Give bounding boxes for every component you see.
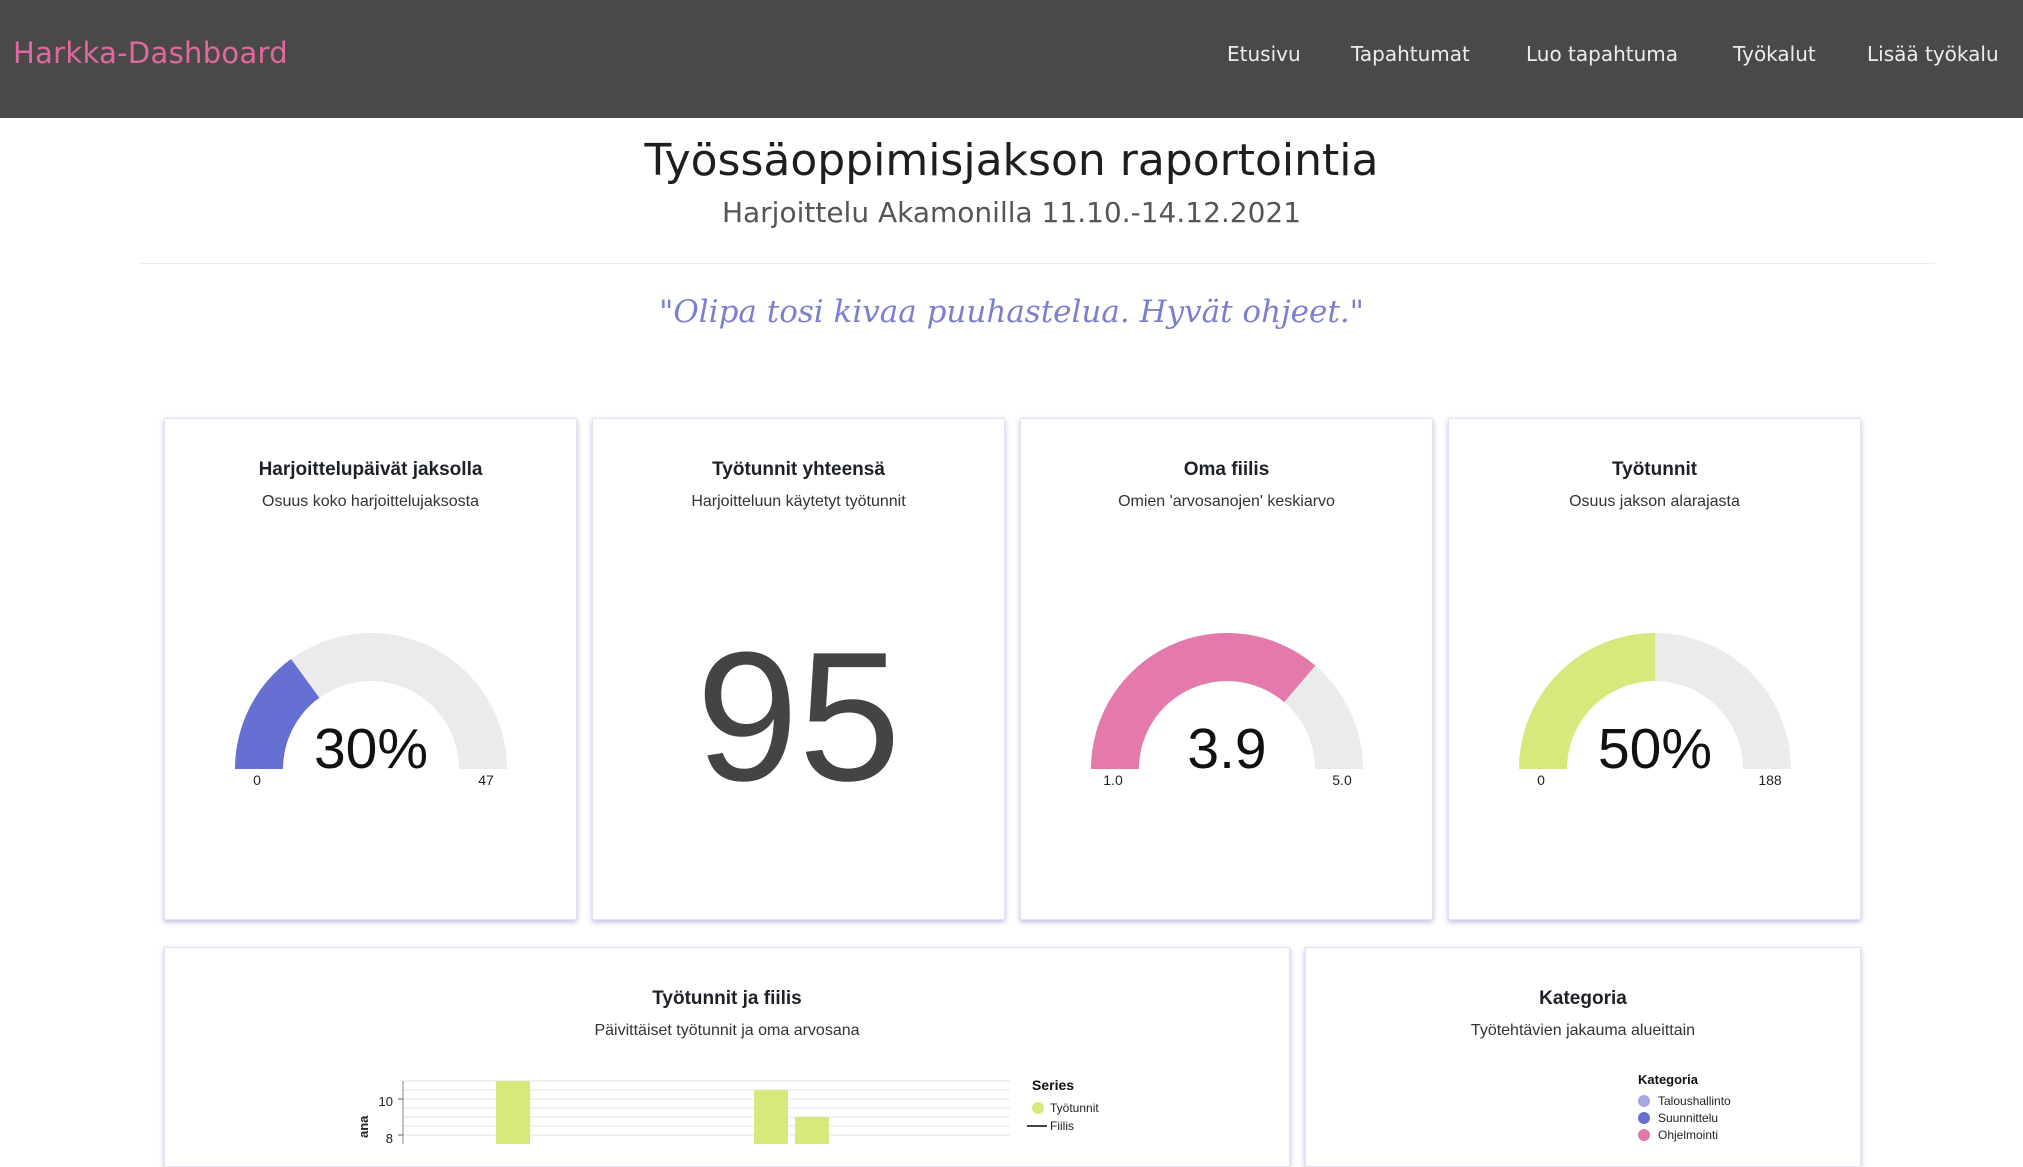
card-title: Työtunnit yhteensä	[712, 459, 885, 480]
gauge-min-label: 1.0	[1103, 772, 1123, 788]
top-navbar: Harkka-Dashboard Etusivu Tapahtumat Luo …	[0, 0, 2023, 118]
gauge-practice-days: 30% 0 47	[235, 633, 507, 788]
page-title: Työssäoppimisjakson raportointia	[644, 135, 1379, 186]
legend-label-fiilis: Fiilis	[1050, 1119, 1074, 1133]
card-practice-days: Harjoittelupäivät jaksolla Osuus koko ha…	[164, 418, 577, 920]
feedback-quote: "Olipa tosi kivaa puuhastelua. Hyvät ohj…	[659, 294, 1364, 330]
y-tick-label: 8	[386, 1131, 393, 1144]
y-tick-label: 10	[379, 1094, 393, 1109]
category-legend: Kategoria Taloushallinto Suunnittelu Ohj…	[1638, 1072, 1731, 1142]
gauge-value: 3.9	[1187, 717, 1266, 781]
gauge-max-label: 47	[478, 772, 494, 788]
nav-link-luo-tapahtuma[interactable]: Luo tapahtuma	[1526, 42, 1678, 66]
card-subtitle: Harjoitteluun käytetyt työtunnit	[691, 493, 906, 510]
gauge-hours-share: 50% 0 188	[1519, 633, 1791, 788]
legend-label-taloushallinto: Taloushallinto	[1658, 1094, 1731, 1108]
card-mood: Oma fiilis Omien 'arvosanojen' keskiarvo…	[1020, 418, 1433, 920]
card-hours-and-mood-chart: Työtunnit ja fiilis Päivittäiset työtunn…	[164, 947, 1290, 1167]
bar-tyotunnit	[754, 1090, 788, 1144]
nav-link-tyokalut[interactable]: Työkalut	[1733, 42, 1816, 66]
hours-mood-chart: 10 8 ana Series Työtunnit Fiilis	[356, 1077, 1099, 1144]
nav-link-etusivu[interactable]: Etusivu	[1227, 42, 1301, 66]
legend-label-suunnittelu: Suunnittelu	[1658, 1111, 1718, 1125]
legend-swatch-tyotunnit	[1032, 1102, 1044, 1114]
page-subtitle: Harjoittelu Akamonilla 11.10.-14.12.2021	[721, 196, 1302, 229]
legend-label-ohjelmointi: Ohjelmointi	[1658, 1128, 1718, 1142]
bar-tyotunnit	[496, 1081, 530, 1144]
card-work-hours-share: Työtunnit Osuus jakson alarajasta 50% 0 …	[1448, 418, 1861, 920]
gauge-max-label: 188	[1758, 772, 1782, 788]
total-hours-value: 95	[696, 613, 901, 819]
legend-title: Kategoria	[1638, 1072, 1699, 1087]
gauge-value: 50%	[1598, 717, 1712, 781]
card-work-hours-total: Työtunnit yhteensä Harjoitteluun käytety…	[592, 418, 1005, 920]
legend-swatch-taloushallinto	[1638, 1095, 1650, 1107]
nav-link-lisaa-tyokalu[interactable]: Lisää työkalu	[1867, 42, 1999, 66]
card-category: Kategoria Työtehtävien jakauma alueittai…	[1305, 947, 1861, 1167]
gauge-value: 30%	[314, 717, 428, 781]
gauge-min-label: 0	[253, 772, 261, 788]
legend-swatch-suunnittelu	[1638, 1112, 1650, 1124]
gauge-max-label: 5.0	[1332, 772, 1352, 788]
y-axis-label: ana	[356, 1115, 371, 1138]
gauge-min-label: 0	[1537, 772, 1545, 788]
legend-title: Series	[1032, 1077, 1074, 1093]
legend-label-tyotunnit: Työtunnit	[1050, 1101, 1099, 1115]
nav-link-tapahtumat[interactable]: Tapahtumat	[1351, 42, 1470, 66]
bar-tyotunnit	[795, 1117, 829, 1144]
brand-logo[interactable]: Harkka-Dashboard	[13, 36, 288, 70]
header-divider	[140, 263, 1935, 264]
gauge-mood: 3.9 1.0 5.0	[1091, 633, 1363, 788]
legend-swatch-ohjelmointi	[1638, 1129, 1650, 1141]
